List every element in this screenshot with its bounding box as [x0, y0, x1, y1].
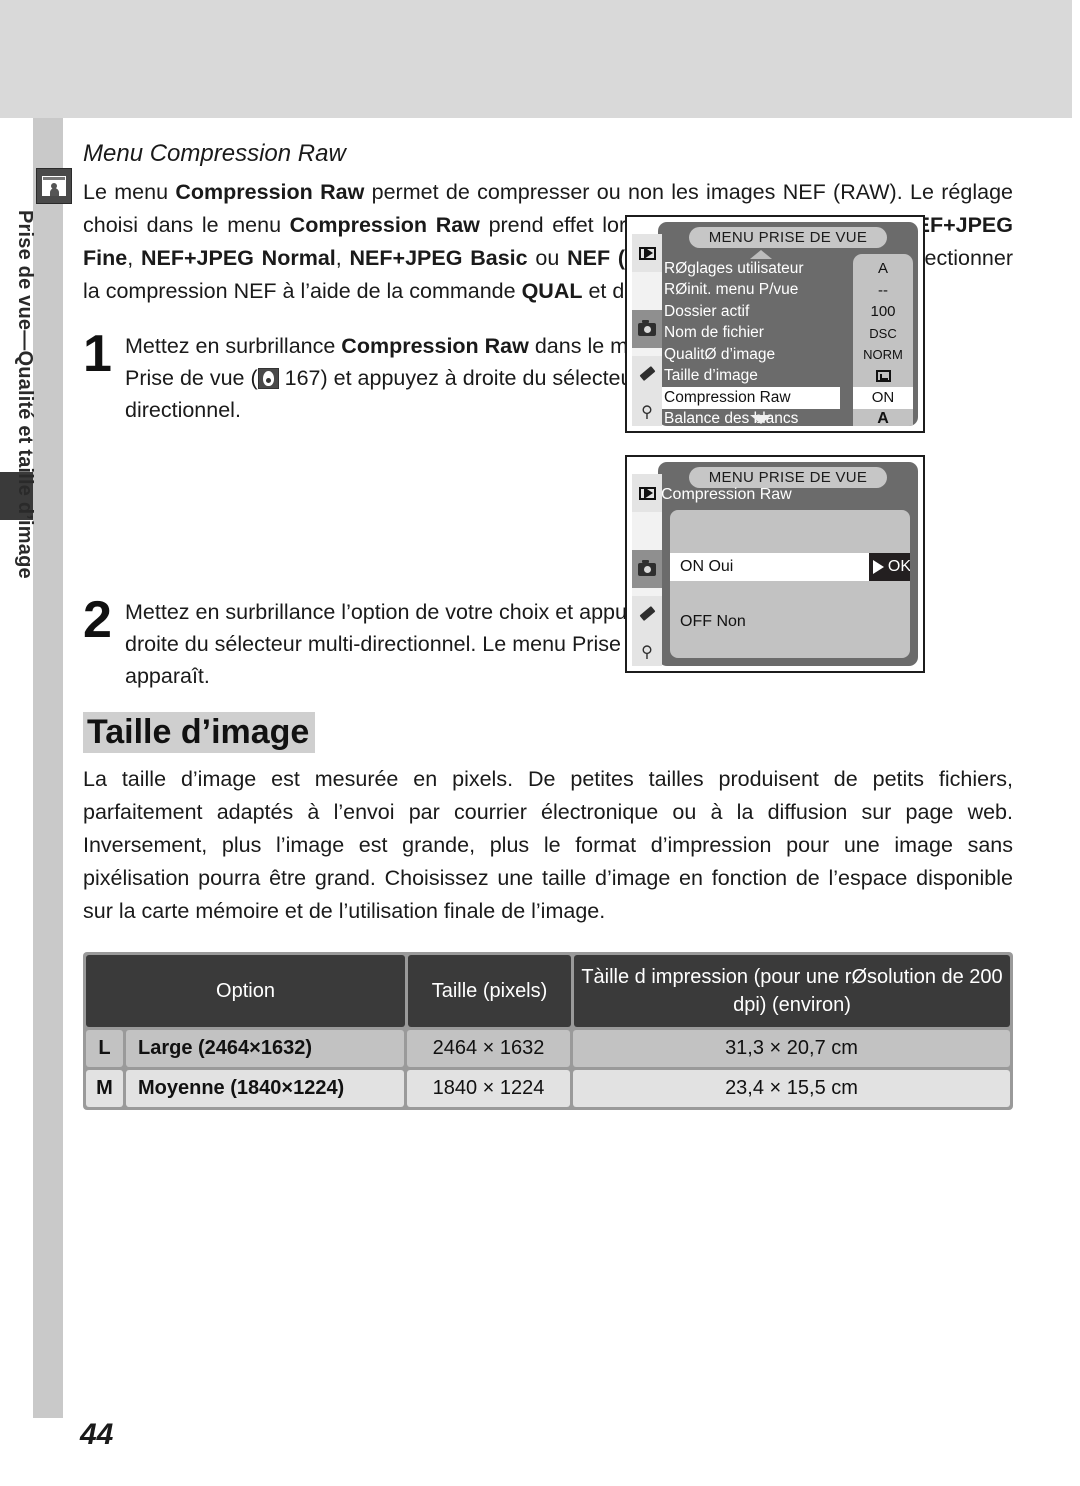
option-off-row[interactable]: OFF Non	[680, 613, 746, 631]
side-tab-strip	[33, 118, 63, 1418]
lcd-menu-value: 100	[870, 303, 896, 321]
lcd-tab-blank	[632, 512, 662, 550]
lcd-title: MENU PRISE DE VUE	[689, 227, 887, 248]
lcd-title: MENU PRISE DE VUE	[689, 467, 887, 488]
section-heading-wrap: Taille d’image	[83, 712, 1013, 754]
step-number: 2	[83, 591, 112, 649]
lcd-menu-item[interactable]: Taille d’image	[660, 366, 840, 388]
page-reference-icon	[257, 368, 279, 389]
lcd-menu-value: DSC	[869, 325, 897, 341]
side-tab-label: Prise de vue—Qualité et taille d’image	[14, 210, 36, 579]
table-cell-size: 2464 × 1632	[407, 1030, 570, 1068]
image-size-icon	[36, 168, 72, 204]
lcd-menu-value: A	[877, 260, 888, 278]
lcd-menu-body: MENU PRISE DE VUE RØglages utilisateur RØ…	[658, 222, 918, 426]
lcd-menu-item[interactable]: RØglages utilisateur	[660, 258, 840, 280]
lcd-tab-wrench-icon[interactable]: ⚲	[632, 394, 662, 426]
step-text: Mettez en surbrillance l’option de votre…	[125, 600, 692, 688]
lcd-option-panel: ON Oui OK OFF Non	[670, 510, 910, 658]
table-header-option: Option	[86, 955, 405, 1028]
ok-label: OK	[887, 558, 910, 575]
lcd-menu-body: MENU PRISE DE VUE Compression Raw ON Oui…	[658, 462, 918, 666]
table-row: M Moyenne (1840×1224) 1840 × 1224 23,4 ×…	[86, 1070, 1010, 1108]
lcd-menu-item[interactable]: Nom de fichier	[660, 323, 840, 345]
section-heading-compression-raw: Menu Compression Raw	[83, 140, 346, 167]
image-size-table: Option Taille (pixels) Tàille d impressi…	[83, 952, 1013, 1111]
lcd-menu-item[interactable]: Compression Raw	[660, 387, 840, 409]
lcd-menu-value	[853, 366, 913, 388]
lcd-tab-playback-icon[interactable]	[632, 234, 662, 272]
lcd-menu-values: A -- 100 DSC NORM ON A	[853, 254, 913, 426]
page-top-band	[0, 0, 1072, 118]
scroll-down-arrow-icon	[750, 415, 772, 424]
lcd-submenu-heading: Compression Raw	[661, 486, 792, 503]
option-on-row[interactable]: ON Oui OK	[670, 553, 910, 581]
section-heading-taille-dimage: Taille d’image	[83, 712, 316, 754]
lcd-tab-blank	[632, 272, 662, 310]
step-text: Mettez en surbrillance Compression Raw d…	[125, 334, 699, 422]
camera-lcd-shooting-menu: ⚲ MENU PRISE DE VUE RØglages utilisateur…	[625, 215, 925, 433]
table-header-row: Option Taille (pixels) Tàille d impressi…	[86, 955, 1010, 1028]
lcd-menu-value: --	[878, 281, 888, 299]
table-cell-mark: M	[86, 1070, 123, 1108]
table-header-size: Taille (pixels)	[408, 955, 571, 1028]
table-row: L Large (2464×1632) 2464 × 1632 31,3 × 2…	[86, 1030, 1010, 1068]
taille-dimage-paragraph: La taille d’image est mesurée en pixels.…	[83, 767, 1013, 924]
lcd-menu-value: NORM	[863, 347, 903, 363]
table-cell-print: 31,3 × 20,7 cm	[573, 1030, 1010, 1068]
table-cell-print: 23,4 × 15,5 cm	[573, 1070, 1010, 1108]
lcd-tab-rail: ⚲	[632, 222, 664, 426]
lcd-tab-pencil-icon[interactable]	[632, 596, 662, 634]
lcd-tab-camera-icon[interactable]	[632, 550, 662, 588]
ok-button[interactable]: OK	[868, 553, 910, 581]
right-arrow-icon	[872, 560, 884, 574]
lcd-menu-value: A	[877, 410, 889, 426]
table-cell-option: Moyenne (1840×1224)	[126, 1070, 404, 1108]
page-number: 44	[80, 1418, 114, 1451]
table-cell-size: 1840 × 1224	[407, 1070, 570, 1108]
lcd-menu-item[interactable]: QualitØ d’image	[660, 344, 840, 366]
table-cell-mark: L	[86, 1030, 123, 1068]
step-number: 1	[83, 325, 112, 383]
lcd-tab-camera-icon[interactable]	[632, 310, 662, 348]
lcd-tab-playback-icon[interactable]	[632, 474, 662, 512]
image-size-large-icon	[875, 370, 891, 383]
lcd-tab-pencil-icon[interactable]	[632, 356, 662, 394]
lcd-menu-item[interactable]: Dossier actif	[660, 301, 840, 323]
table-cell-option: Large (2464×1632)	[126, 1030, 404, 1068]
lcd-menu-item[interactable]: RØinit. menu P/vue	[660, 280, 840, 302]
option-on-label: ON Oui	[680, 558, 734, 575]
camera-lcd-compression-raw: ⚲ MENU PRISE DE VUE Compression Raw ON O…	[625, 455, 925, 673]
lcd-tab-rail: ⚲	[632, 462, 664, 666]
table-header-print: Tàille d impression (pour une rØsolution…	[574, 955, 1010, 1028]
lcd-menu-items: RØglages utilisateur RØinit. menu P/vue Do…	[660, 258, 840, 426]
lcd-menu-value: ON	[853, 387, 913, 409]
lcd-tab-wrench-icon[interactable]: ⚲	[632, 634, 662, 666]
